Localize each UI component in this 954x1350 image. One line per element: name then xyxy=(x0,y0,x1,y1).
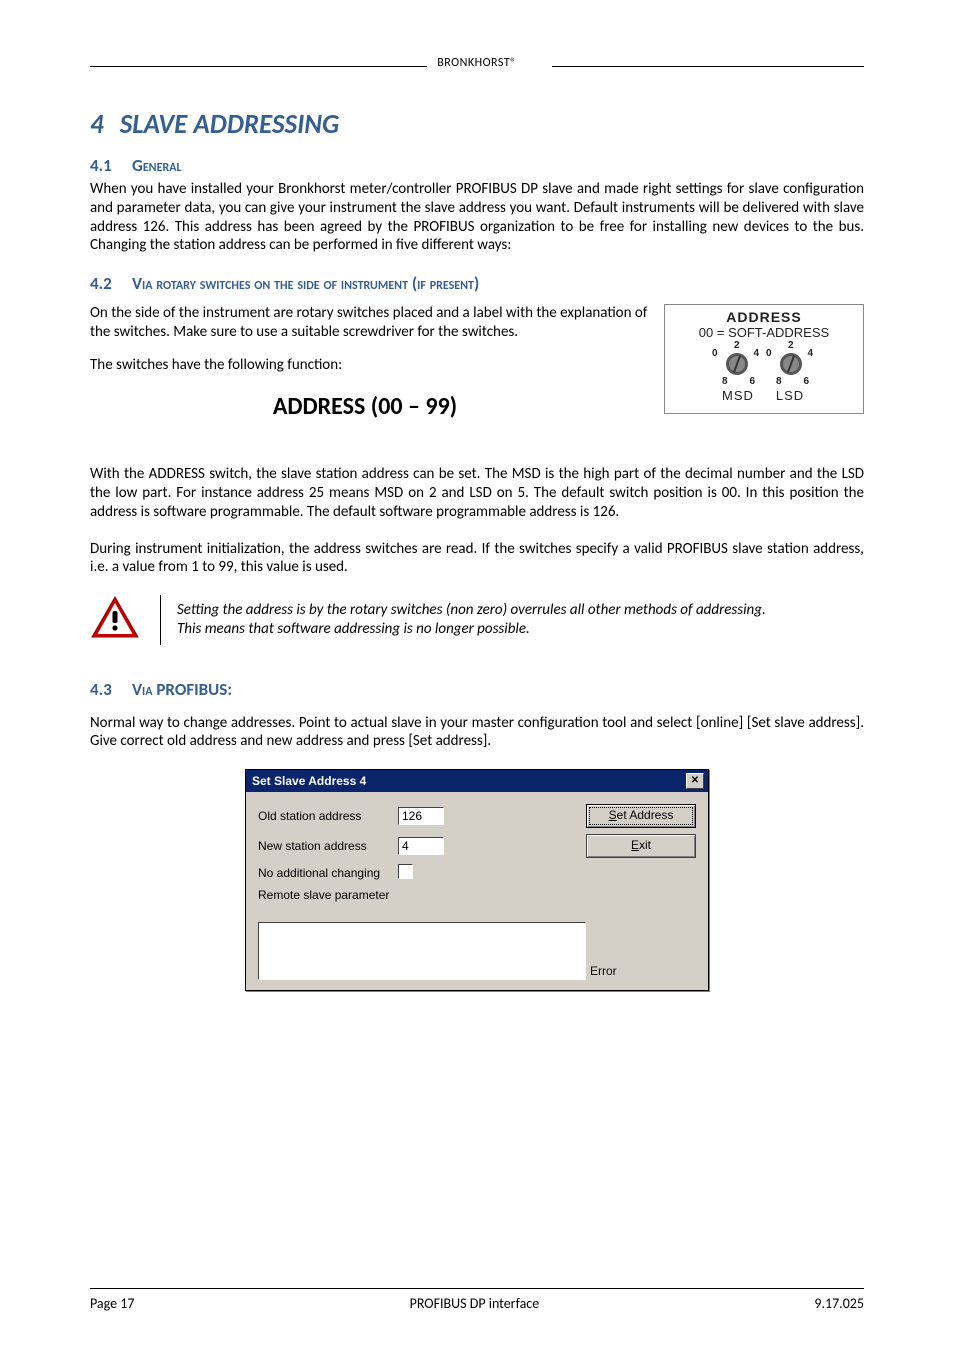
error-label: Error xyxy=(586,964,696,980)
dialog-titlebar[interactable]: Set Slave Address 4 ✕ xyxy=(246,770,708,792)
label-line2: 00 = SOFT-ADDRESS xyxy=(671,325,857,340)
section-42-p2: The switches have the following function… xyxy=(90,356,648,375)
section-42-title: Via rotary switches on the side of instr… xyxy=(132,273,479,294)
section-42-p1: On the side of the instrument are rotary… xyxy=(90,304,648,342)
rotary-switch-label-graphic: ADDRESS 00 = SOFT-ADDRESS 0 2 4 6 8 0 2 … xyxy=(664,304,864,414)
label-line1: ADDRESS xyxy=(671,309,857,325)
label-msd-lsd: MSDLSD xyxy=(671,388,857,403)
address-heading: ADDRESS (00 – 99) xyxy=(90,392,640,421)
no-additional-changing-label: No additional changing xyxy=(258,866,398,880)
no-additional-changing-checkbox[interactable] xyxy=(398,864,413,879)
section-43-title: Via PROFIBUS: xyxy=(132,679,232,700)
footer-docnum: 9.17.025 xyxy=(814,1295,864,1312)
old-station-address-label: Old station address xyxy=(258,809,398,823)
footer-rule xyxy=(90,1288,864,1289)
exit-button[interactable]: Exit xyxy=(586,834,696,858)
close-icon: ✕ xyxy=(691,776,699,786)
new-station-address-input[interactable] xyxy=(398,837,444,855)
set-slave-address-dialog: Set Slave Address 4 ✕ Old station addres… xyxy=(245,769,709,991)
warning-divider xyxy=(160,595,161,645)
warning-icon xyxy=(90,595,144,645)
page-footer: Page 17 PROFIBUS DP interface 9.17.025 xyxy=(90,1288,864,1312)
section-41-title: General xyxy=(132,155,182,176)
header-brand: BRONKHORST® xyxy=(427,56,527,70)
warning-text: Setting the address is by the rotary swi… xyxy=(177,595,864,645)
new-station-address-label: New station address xyxy=(258,839,398,853)
dialog-title-text: Set Slave Address 4 xyxy=(252,774,366,788)
section-4-number: 4 xyxy=(90,108,104,141)
page-header: BRONKHORST® xyxy=(90,56,864,70)
lsd-dial-icon: 0 2 4 6 8 xyxy=(769,342,813,386)
remote-slave-parameter-label: Remote slave parameter xyxy=(258,888,518,902)
section-42-number: 4.2 xyxy=(90,273,132,294)
footer-page: Page 17 xyxy=(90,1295,134,1312)
close-button[interactable]: ✕ xyxy=(686,773,704,789)
section-43-heading: 4.3 Via PROFIBUS: xyxy=(90,679,864,700)
header-rule-left xyxy=(90,66,430,67)
old-station-address-input[interactable] xyxy=(398,807,444,825)
section-41-heading: 4.1 General xyxy=(90,155,864,176)
remote-slave-parameter-textarea[interactable] xyxy=(258,922,586,980)
section-41-body: When you have installed your Bronkhorst … xyxy=(90,180,864,255)
header-rule-right xyxy=(552,66,864,67)
section-42-p3: With the ADDRESS switch, the slave stati… xyxy=(90,465,864,521)
section-43-p1: Normal way to change addresses. Point to… xyxy=(90,714,864,752)
footer-title: PROFIBUS DP interface xyxy=(410,1295,540,1312)
warning-callout: Setting the address is by the rotary swi… xyxy=(90,595,864,645)
msd-dial-icon: 0 2 4 6 8 xyxy=(715,342,759,386)
set-address-button[interactable]: Set Address xyxy=(586,804,696,828)
section-42-p4: During instrument initialization, the ad… xyxy=(90,540,864,578)
section-4-heading: 4 SLAVE ADDRESSING xyxy=(90,108,864,141)
section-43-number: 4.3 xyxy=(90,679,132,700)
section-42-heading: 4.2 Via rotary switches on the side of i… xyxy=(90,273,864,294)
section-41-number: 4.1 xyxy=(90,155,132,176)
section-4-title: SLAVE ADDRESSING xyxy=(120,108,340,141)
